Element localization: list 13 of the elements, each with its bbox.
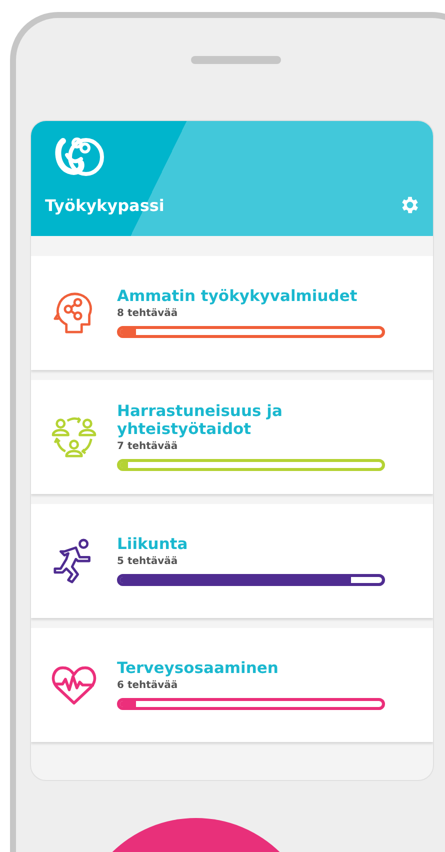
category-card[interactable]: Harrastuneisuus ja yhteistyötaidot 7 tehtävää	[31, 380, 433, 494]
category-card[interactable]: Liikunta 5 tehtävää	[31, 504, 433, 618]
category-title: Terveysosaaminen	[117, 660, 278, 678]
task-count: 8 tehtävää	[117, 308, 178, 320]
category-title: Harrastuneisuus ja yhteistyötaidot	[117, 403, 284, 438]
category-title: Liikunta	[117, 536, 188, 554]
category-card[interactable]: Ammatin työkykyvalmiudet 8 tehtävää	[31, 256, 433, 370]
task-count: 6 tehtävää	[117, 680, 178, 692]
category-card[interactable]: Terveysosaaminen 6 tehtävää	[31, 628, 433, 742]
task-count: 7 tehtävää	[117, 440, 178, 452]
category-title: Ammatin työkykyvalmiudet	[117, 288, 358, 306]
app-title: Työkykypassi	[45, 196, 164, 214]
task-count: 5 tehtävää	[117, 556, 178, 568]
